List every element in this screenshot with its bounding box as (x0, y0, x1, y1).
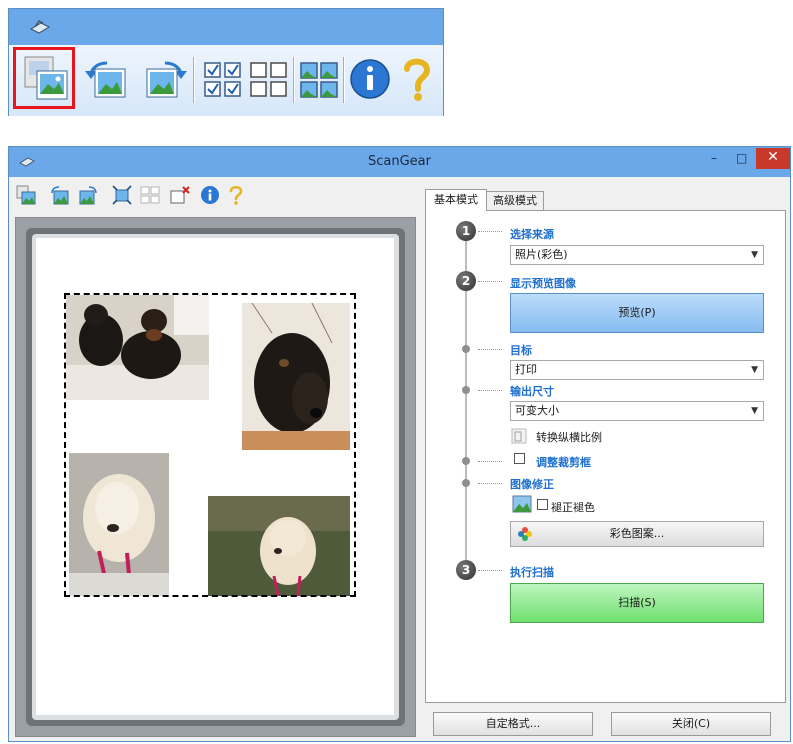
destination-marker (462, 345, 470, 353)
titlebar: ScanGear – □ ✕ (9, 147, 790, 177)
perform-scan-heading: 执行扫描 (510, 566, 554, 579)
color-pattern-label: 彩色图案... (609, 527, 665, 540)
scangear-window: ScanGear – □ ✕ 基本模式 高级模式 1 选择来源 照片(彩色) ▼… (8, 146, 791, 742)
step-3-marker: 3 (456, 560, 476, 580)
image-correction-heading: 图像修正 (510, 478, 554, 491)
zoomed-titlebar (9, 9, 443, 45)
help-icon[interactable] (397, 51, 437, 107)
color-pattern-button[interactable]: 彩色图案... (510, 521, 764, 547)
rotate-left-icon[interactable] (49, 184, 71, 206)
display-preview-heading: 显示预览图像 (510, 277, 576, 290)
step-connector (478, 483, 502, 484)
fix-fading-checkbox[interactable] (537, 499, 548, 510)
rotate-left-icon[interactable] (81, 51, 135, 107)
remove-crop-icon[interactable] (169, 184, 191, 206)
step-connector (478, 570, 502, 571)
chevron-down-icon: ▼ (751, 250, 758, 260)
select-source-heading: 选择来源 (510, 228, 554, 241)
tab-advanced-mode[interactable]: 高级模式 (486, 191, 544, 211)
info-icon[interactable] (347, 51, 393, 107)
select-source-value: 照片(彩色) (515, 248, 568, 261)
adjust-crop-marker (462, 457, 470, 465)
toolbar-separator (343, 57, 345, 103)
step-1-marker: 1 (456, 221, 476, 241)
crop-frame[interactable] (64, 293, 356, 597)
step-connector (478, 461, 502, 462)
multi-crop-icon[interactable] (297, 51, 341, 107)
close-icon: ✕ (767, 149, 779, 165)
rotate-right-icon[interactable] (77, 184, 99, 206)
maximize-button[interactable]: □ (736, 151, 752, 169)
adjust-crop-heading: 调整裁剪框 (536, 456, 591, 469)
select-source-dropdown[interactable]: 照片(彩色) ▼ (510, 245, 764, 265)
step-connector (478, 390, 502, 391)
basic-mode-panel: 1 选择来源 照片(彩色) ▼ 2 显示预览图像 预览(P) 目标 打印 ▼ 输… (425, 210, 786, 703)
minimize-icon: – (711, 151, 717, 165)
step-connector (478, 231, 502, 232)
output-size-dropdown[interactable]: 可变大小 ▼ (510, 401, 764, 421)
zoomed-toolbar (8, 8, 444, 116)
custom-settings-button[interactable]: 自定格式... (433, 712, 593, 736)
chevron-down-icon: ▼ (751, 406, 758, 416)
info-icon[interactable] (199, 184, 221, 206)
swap-aspect-ratio-label: 转换纵横比例 (536, 431, 602, 444)
clear-frames-icon[interactable] (247, 51, 291, 107)
multi-crop-icon[interactable] (139, 184, 161, 206)
toolbar-separator (193, 57, 195, 103)
help-icon[interactable] (225, 184, 247, 206)
minimize-button[interactable]: – (711, 151, 727, 169)
preview-platen-border (26, 228, 405, 726)
auto-crop-icon[interactable] (111, 184, 133, 206)
zoomed-icon-row (9, 45, 443, 116)
rotate-right-icon[interactable] (137, 51, 191, 107)
step-connector (478, 349, 502, 350)
maximize-icon: □ (736, 151, 748, 165)
step-connector (478, 281, 502, 282)
chevron-down-icon: ▼ (751, 365, 758, 375)
toolbar-separator (293, 57, 295, 103)
output-size-marker (462, 386, 470, 394)
auto-crop-photo-icon[interactable] (15, 184, 37, 206)
window-toolbar (9, 178, 419, 214)
image-correction-marker (462, 479, 470, 487)
close-window-button[interactable]: ✕ (756, 148, 790, 169)
step-2-marker: 2 (456, 271, 476, 291)
output-size-value: 可变大小 (515, 404, 559, 417)
swap-aspect-ratio-icon[interactable] (510, 427, 528, 445)
destination-dropdown[interactable]: 打印 ▼ (510, 360, 764, 380)
destination-value: 打印 (515, 363, 537, 376)
fading-correction-icon (512, 495, 532, 513)
preview-platen (32, 234, 399, 720)
scan-button[interactable]: 扫描(S) (510, 583, 764, 623)
tab-basic-mode[interactable]: 基本模式 (425, 189, 487, 211)
output-size-heading: 输出尺寸 (510, 385, 554, 398)
scanner-app-icon (29, 20, 51, 34)
preview-image[interactable] (36, 238, 394, 715)
fix-fading-label: 褪正褪色 (551, 501, 595, 514)
adjust-crop-checkbox[interactable] (514, 453, 525, 464)
preview-button[interactable]: 预览(P) (510, 293, 764, 333)
close-button[interactable]: 关闭(C) (611, 712, 771, 736)
destination-heading: 目标 (510, 344, 532, 357)
window-title: ScanGear (368, 154, 431, 169)
highlight-frame (13, 47, 75, 109)
select-all-frames-icon[interactable] (201, 51, 245, 107)
preview-area (15, 217, 416, 737)
